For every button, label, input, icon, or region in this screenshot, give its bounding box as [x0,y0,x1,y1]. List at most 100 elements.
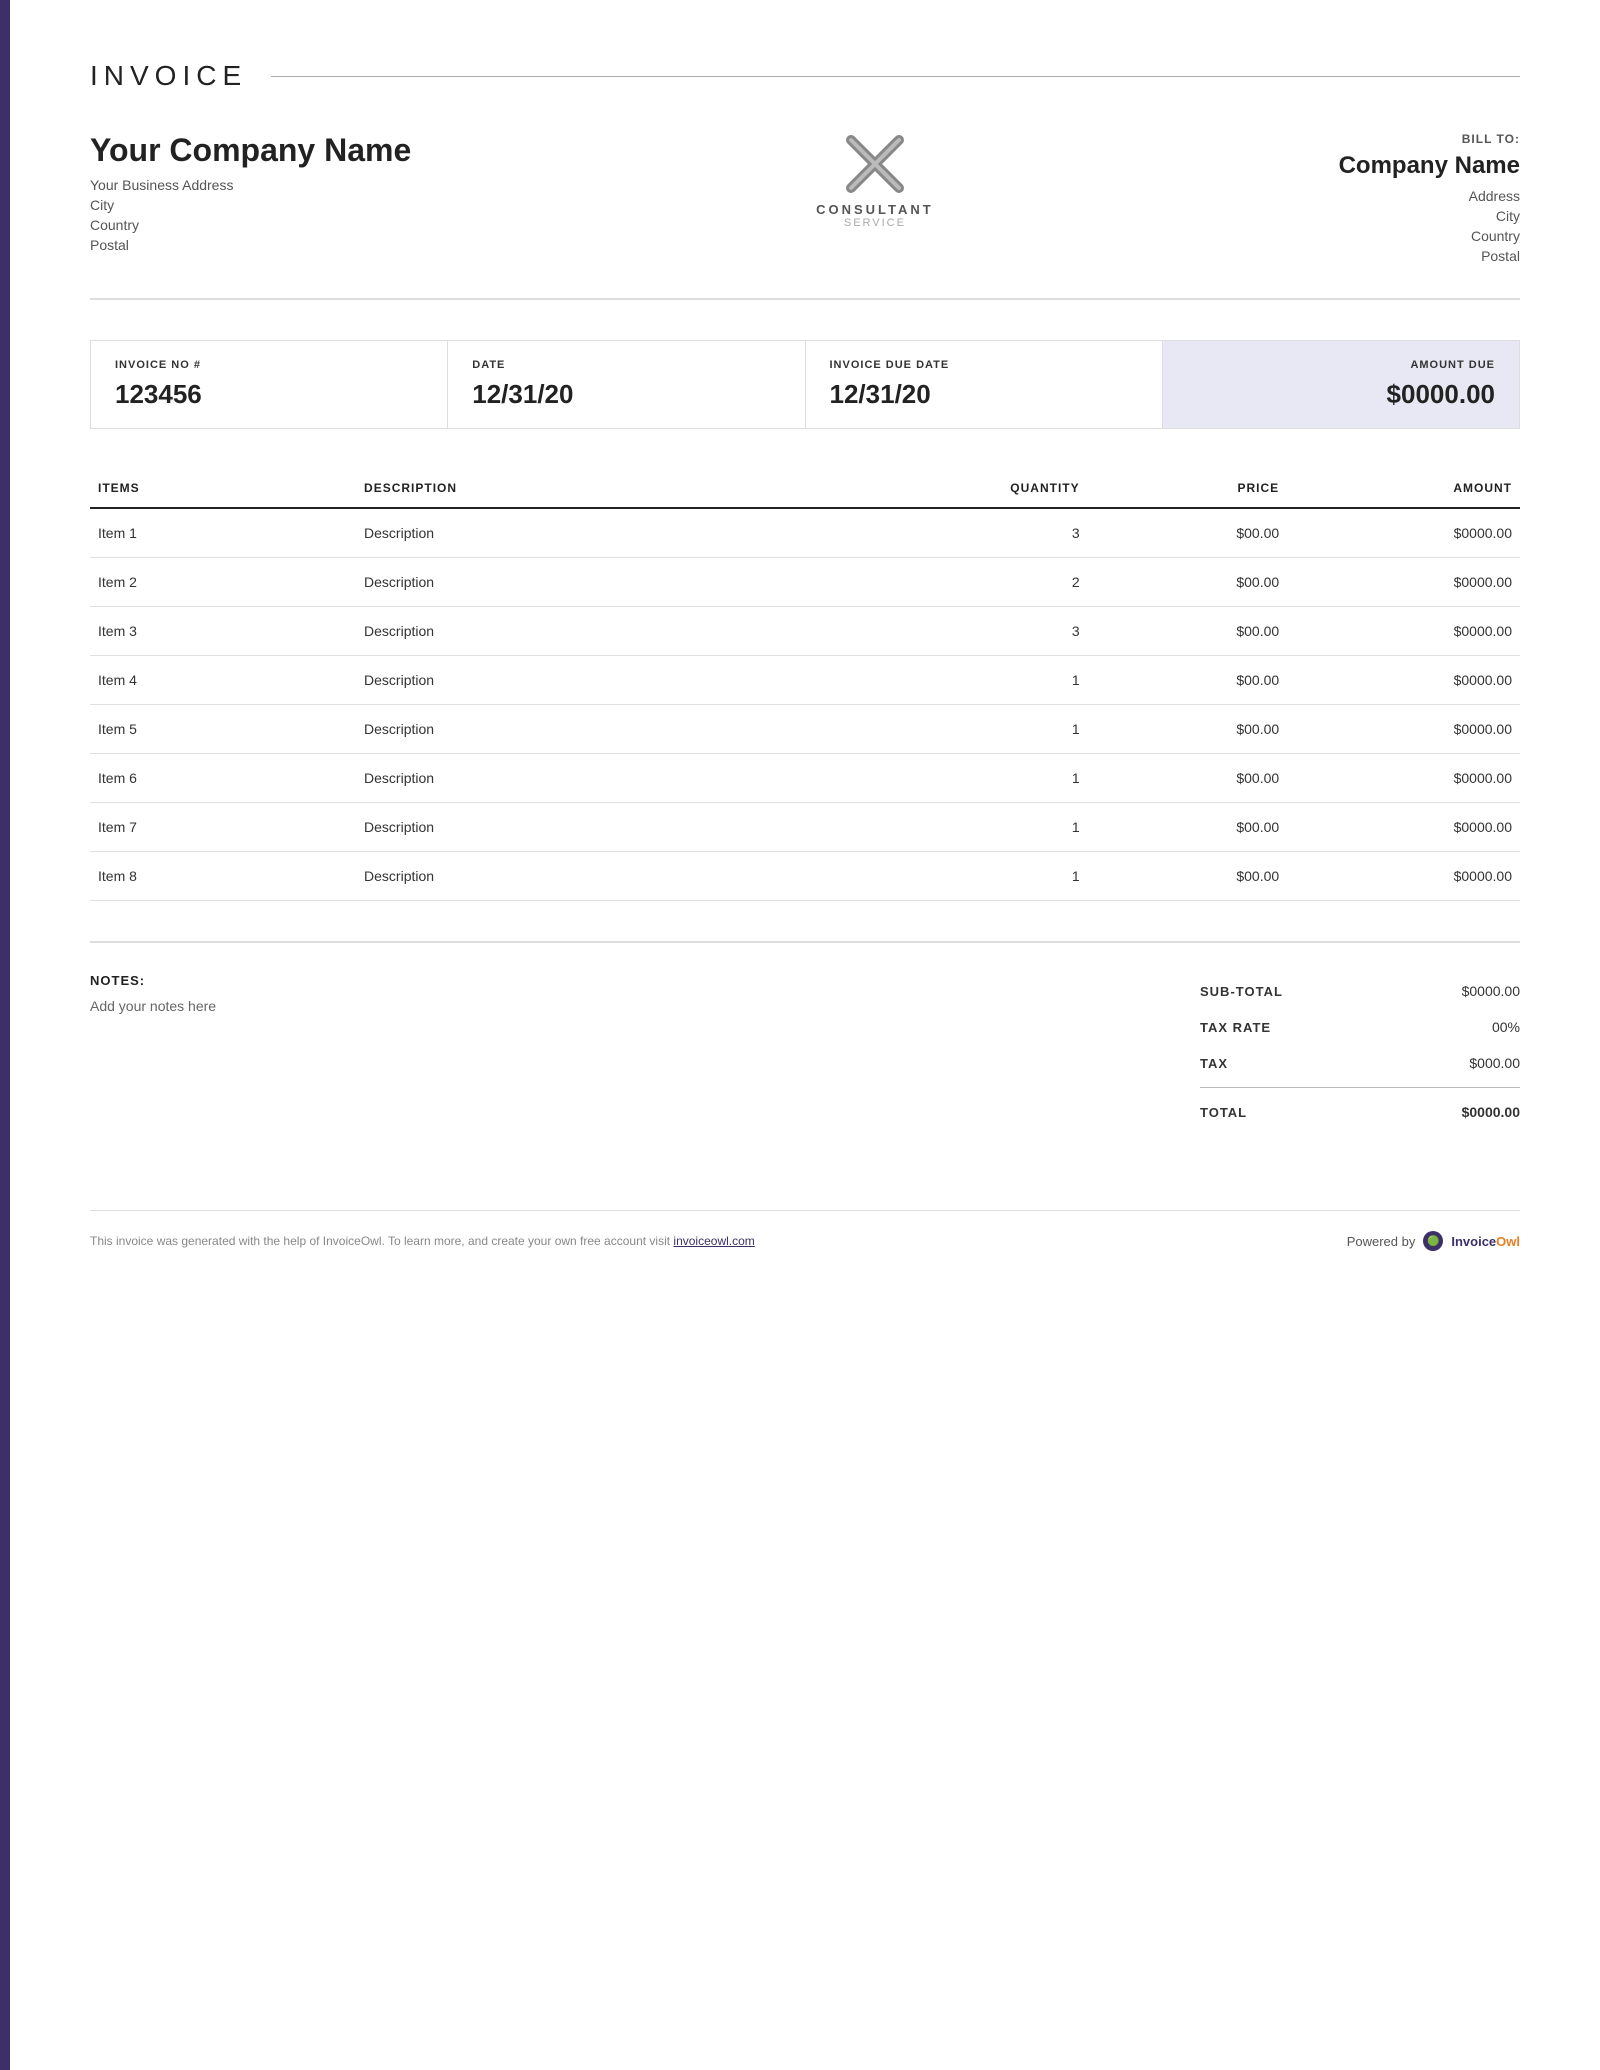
table-row: Item 2 Description 2 $00.00 $0000.00 [90,558,1520,607]
col-price: PRICE [1088,469,1288,508]
row-item: Item 7 [90,803,356,852]
amount-due-label: AMOUNT DUE [1187,359,1495,371]
totals-block: SUB-TOTAL $0000.00 TAX RATE 00% TAX $000… [1200,973,1520,1130]
bottom-section: NOTES: Add your notes here SUB-TOTAL $00… [90,941,1520,1130]
amount-due-value: $0000.00 [1187,379,1495,410]
footer-text-content: This invoice was generated with the help… [90,1234,670,1248]
row-amount: $0000.00 [1287,803,1520,852]
row-price: $00.00 [1088,803,1288,852]
header-divider [271,76,1520,77]
row-amount: $0000.00 [1287,656,1520,705]
footer-powered-by: Powered by 🟢 InvoiceOwl [1347,1231,1520,1251]
row-quantity: 1 [888,705,1088,754]
footer-text: This invoice was generated with the help… [90,1234,755,1248]
row-amount: $0000.00 [1287,558,1520,607]
table-row: Item 8 Description 1 $00.00 $0000.00 [90,852,1520,901]
col-amount: AMOUNT [1287,469,1520,508]
invoice-header: INVOICE [90,60,1520,92]
table-row: Item 7 Description 1 $00.00 $0000.00 [90,803,1520,852]
row-item: Item 8 [90,852,356,901]
tax-rate-value: 00% [1492,1019,1520,1035]
row-price: $00.00 [1088,607,1288,656]
date-value: 12/31/20 [472,379,780,410]
tax-rate-row: TAX RATE 00% [1200,1009,1520,1045]
row-quantity: 2 [888,558,1088,607]
logo-block: CONSULTANT SERVICE [816,132,934,229]
due-date-value: 12/31/20 [830,379,1138,410]
meta-amount-due: AMOUNT DUE $0000.00 [1163,341,1519,428]
consultant-logo-icon [843,132,907,196]
row-description: Description [356,852,888,901]
page-wrapper: INVOICE Your Company Name Your Business … [0,0,1600,2070]
row-item: Item 2 [90,558,356,607]
row-quantity: 3 [888,607,1088,656]
row-quantity: 1 [888,656,1088,705]
company-row: Your Company Name Your Business Address … [90,132,1520,300]
row-amount: $0000.00 [1287,508,1520,558]
row-price: $00.00 [1088,558,1288,607]
tax-rate-label: TAX RATE [1200,1020,1271,1035]
row-description: Description [356,558,888,607]
notes-block: NOTES: Add your notes here [90,973,1200,1014]
row-price: $00.00 [1088,754,1288,803]
left-accent-bar [0,0,10,2070]
footer: This invoice was generated with the help… [90,1210,1520,1251]
totals-divider [1200,1087,1520,1088]
row-amount: $0000.00 [1287,754,1520,803]
bill-to-country: Country [1339,228,1520,244]
table-row: Item 5 Description 1 $00.00 $0000.00 [90,705,1520,754]
row-item: Item 4 [90,656,356,705]
row-description: Description [356,754,888,803]
from-address: Your Business Address [90,177,411,193]
logo-text-line2: SERVICE [844,217,906,229]
table-row: Item 4 Description 1 $00.00 $0000.00 [90,656,1520,705]
row-item: Item 5 [90,705,356,754]
date-label: DATE [472,359,780,371]
meta-due-date: INVOICE DUE DATE 12/31/20 [806,341,1163,428]
table-header: ITEMS DESCRIPTION QUANTITY PRICE AMOUNT [90,469,1520,508]
row-quantity: 1 [888,852,1088,901]
logo-text-line1: CONSULTANT [816,202,934,217]
bill-to-block: BILL TO: Company Name Address City Count… [1339,132,1520,268]
row-quantity: 1 [888,754,1088,803]
tax-row: TAX $000.00 [1200,1045,1520,1081]
row-description: Description [356,705,888,754]
meta-date: DATE 12/31/20 [448,341,805,428]
total-label: TOTAL [1200,1105,1247,1120]
row-quantity: 1 [888,803,1088,852]
brand-name: InvoiceOwl [1451,1234,1520,1249]
tax-value: $000.00 [1469,1055,1520,1071]
sub-total-value: $0000.00 [1462,983,1520,999]
row-item: Item 6 [90,754,356,803]
items-table: ITEMS DESCRIPTION QUANTITY PRICE AMOUNT … [90,469,1520,901]
row-price: $00.00 [1088,656,1288,705]
row-description: Description [356,656,888,705]
table-row: Item 6 Description 1 $00.00 $0000.00 [90,754,1520,803]
col-items: ITEMS [90,469,356,508]
row-description: Description [356,607,888,656]
bill-to-company-name: Company Name [1339,152,1520,180]
invoice-no-label: INVOICE NO # [115,359,423,371]
invoice-title: INVOICE [90,60,247,92]
col-quantity: QUANTITY [888,469,1088,508]
from-company-name: Your Company Name [90,132,411,169]
table-row: Item 1 Description 3 $00.00 $0000.00 [90,508,1520,558]
row-quantity: 3 [888,508,1088,558]
powered-by-label: Powered by [1347,1234,1416,1249]
from-country: Country [90,217,411,233]
notes-text: Add your notes here [90,998,1140,1014]
invoice-no-value: 123456 [115,379,423,410]
invoice-meta: INVOICE NO # 123456 DATE 12/31/20 INVOIC… [90,340,1520,429]
bill-to-postal: Postal [1339,248,1520,264]
row-price: $00.00 [1088,508,1288,558]
table-row: Item 3 Description 3 $00.00 $0000.00 [90,607,1520,656]
notes-label: NOTES: [90,973,1140,988]
row-price: $00.00 [1088,705,1288,754]
sub-total-label: SUB-TOTAL [1200,984,1283,999]
row-price: $00.00 [1088,852,1288,901]
meta-invoice-no: INVOICE NO # 123456 [91,341,448,428]
footer-link[interactable]: invoiceowl.com [673,1234,754,1248]
row-item: Item 1 [90,508,356,558]
row-description: Description [356,803,888,852]
table-header-row: ITEMS DESCRIPTION QUANTITY PRICE AMOUNT [90,469,1520,508]
